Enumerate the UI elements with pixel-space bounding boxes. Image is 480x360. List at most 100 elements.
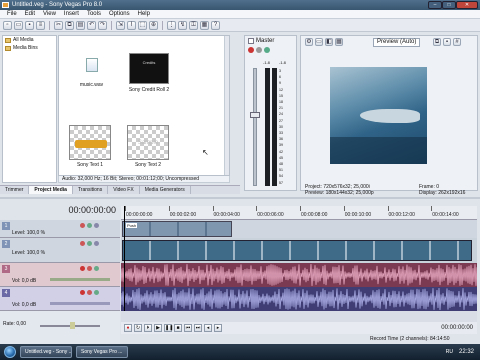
minimize-button[interactable]: ‒ [428, 1, 442, 9]
water-shadow [330, 137, 427, 164]
solo-icon[interactable] [94, 266, 99, 271]
copy-icon[interactable]: ⧉ [65, 20, 74, 30]
menu-help[interactable]: Help [134, 11, 154, 17]
audio-track-4-lane[interactable] [120, 287, 479, 311]
language-indicator[interactable]: RU [446, 349, 453, 355]
snap-icon[interactable]: ⋮ [167, 20, 176, 30]
split-screen-icon[interactable]: ◧ [325, 38, 333, 46]
menu-edit[interactable]: Edit [21, 11, 39, 17]
record-button[interactable]: ● [124, 324, 132, 332]
mute-icon[interactable] [80, 223, 85, 228]
fx-icon[interactable] [94, 223, 99, 228]
autoripple-icon[interactable]: ↯ [178, 20, 187, 30]
menu-insert[interactable]: Insert [60, 11, 83, 17]
timeline-empty-area[interactable] [121, 311, 477, 322]
video-clip-push[interactable]: Push [122, 221, 232, 237]
clock[interactable]: 22:32 [459, 349, 474, 355]
menu-options[interactable]: Options [105, 11, 134, 17]
menu-view[interactable]: View [39, 11, 60, 17]
properties-icon[interactable]: ≡ [36, 20, 45, 30]
record-arm-icon[interactable] [80, 290, 85, 295]
stop-button[interactable]: ■ [174, 324, 182, 332]
tree-item-media-bins[interactable]: Media Bins [3, 44, 56, 52]
solo-icon[interactable] [87, 223, 92, 228]
media-item-credit-roll[interactable]: Credits Sony Credit Roll 2 [119, 53, 179, 93]
go-to-end-button[interactable]: ⏭ [194, 324, 202, 332]
undo-icon[interactable]: ↶ [87, 20, 96, 30]
tree-item-all-media[interactable]: All Media [3, 36, 56, 44]
media-item-music[interactable]: music.wav [69, 58, 114, 88]
paste-icon[interactable]: ▤ [76, 20, 85, 30]
play-button[interactable]: ▶ [154, 324, 162, 332]
timeline-ruler[interactable]: 00:00:00:00 00:00:02:00 00:00:04:00 00:00:0… [121, 206, 477, 220]
tab-media-generators[interactable]: Media Generators [140, 186, 191, 194]
track-header-audio-4[interactable]: 4 Vol: 0,0 dB [0, 287, 120, 311]
record-arm-icon[interactable] [80, 266, 85, 271]
taskbar-button-vegas-1[interactable]: Untitled.veg - Sony ... [20, 346, 72, 358]
taskbar-button-vegas-2[interactable]: Sony Vegas Pro ... [76, 346, 128, 358]
start-button[interactable] [4, 346, 16, 358]
playhead-cursor[interactable] [124, 206, 125, 311]
open-icon[interactable]: ▭ [14, 20, 23, 30]
copy-snapshot-icon[interactable]: ⧉ [433, 38, 441, 46]
ignore-grouping-icon[interactable]: ▦ [200, 20, 209, 30]
new-icon[interactable]: ▫ [3, 20, 12, 30]
go-to-start-button[interactable]: ⏮ [184, 324, 192, 332]
rate-slider-handle[interactable] [70, 322, 75, 329]
help-icon[interactable]: ? [211, 20, 220, 30]
media-list-scrollbar[interactable] [224, 36, 229, 175]
solo-icon[interactable] [264, 47, 270, 53]
video-track-1-lane[interactable]: Push [121, 220, 477, 238]
zoom-tool-icon[interactable]: ⊕ [149, 20, 158, 30]
audio-track-3-lane[interactable] [120, 263, 479, 287]
tab-trimmer[interactable]: Trimmer [0, 186, 30, 194]
cut-icon[interactable]: ✂ [54, 20, 63, 30]
tab-project-media[interactable]: Project Media [29, 186, 73, 194]
maximize-button[interactable]: □ [442, 1, 456, 9]
ruler-label: 00:00:02:00 [169, 212, 197, 218]
save-snapshot-icon[interactable]: ▪ [443, 38, 451, 46]
media-item-text-2[interactable]: Sample Sony Text 2 [123, 125, 173, 168]
pause-button[interactable]: ❚❚ [164, 324, 173, 332]
close-button[interactable]: ✕ [456, 1, 478, 9]
media-item-label: Sony Text 2 [134, 162, 162, 168]
redo-icon[interactable]: ↷ [98, 20, 107, 30]
mute-icon[interactable] [256, 47, 262, 53]
mute-icon[interactable] [87, 266, 92, 271]
preview-settings-icon[interactable]: ⚙ [305, 38, 313, 46]
loop-button[interactable]: ↻ [134, 324, 142, 332]
next-frame-button[interactable]: ▸ [214, 324, 222, 332]
solo-icon[interactable] [87, 241, 92, 246]
mute-icon[interactable] [87, 290, 92, 295]
normal-edit-tool-icon[interactable]: ⇲ [116, 20, 125, 30]
video-track-2-lane[interactable] [121, 238, 477, 263]
record-icon[interactable] [248, 47, 254, 53]
volume-slider[interactable] [50, 278, 110, 281]
preview-quality-dropdown[interactable]: Preview (Auto) [373, 38, 421, 47]
master-fader-track[interactable] [253, 68, 257, 186]
track-header-video-2[interactable]: 2 Level: 100,0 % [0, 238, 120, 263]
selection-tool-icon[interactable]: ⬚ [138, 20, 147, 30]
lock-envelopes-icon[interactable]: ⚿ [189, 20, 198, 30]
overlays-icon[interactable]: ▦ [335, 38, 343, 46]
volume-slider[interactable] [50, 302, 110, 305]
save-icon[interactable]: ▪ [25, 20, 34, 30]
fx-icon[interactable] [94, 241, 99, 246]
track-header-audio-3[interactable]: 3 Vol: 0,0 dB [0, 263, 120, 287]
tab-transitions[interactable]: Transitions [73, 186, 109, 194]
solo-icon[interactable] [94, 290, 99, 295]
mute-icon[interactable] [80, 241, 85, 246]
external-monitor-icon[interactable]: ▭ [315, 38, 323, 46]
envelope-tool-icon[interactable]: ⌇ [127, 20, 136, 30]
play-from-start-button[interactable]: ⏵ [144, 324, 152, 332]
menu-tools[interactable]: Tools [83, 11, 105, 17]
grid-icon[interactable]: # [453, 38, 461, 46]
media-item-text-1[interactable]: Sony Text 1 [65, 125, 115, 168]
track-header-video-1[interactable]: 1 Level: 100,0 % [0, 220, 120, 238]
menu-file[interactable]: File [3, 11, 21, 17]
master-fader-handle[interactable] [250, 112, 260, 118]
mixer-menu-icon[interactable] [248, 38, 254, 44]
video-clip-dolphins[interactable] [122, 240, 472, 261]
prev-frame-button[interactable]: ◂ [204, 324, 212, 332]
tab-video-fx[interactable]: Video FX [108, 186, 140, 194]
